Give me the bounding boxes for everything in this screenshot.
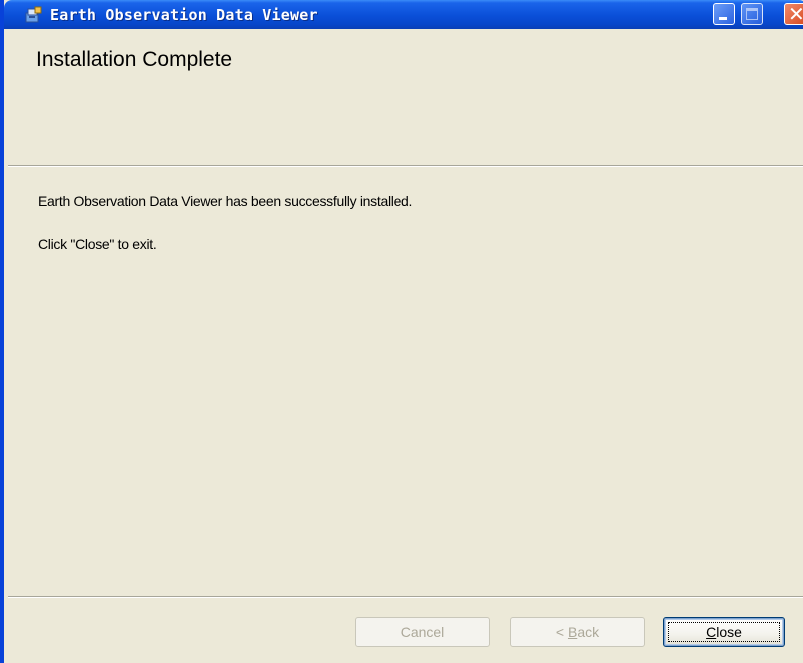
- back-button[interactable]: < Back: [510, 617, 645, 647]
- close-icon: ✕: [788, 2, 803, 26]
- footer-divider: [8, 596, 803, 598]
- header-divider: [8, 165, 803, 167]
- cancel-button[interactable]: Cancel: [355, 617, 490, 647]
- close-button[interactable]: Close: [663, 617, 785, 647]
- window-title: Earth Observation Data Viewer: [50, 6, 318, 24]
- success-message: Earth Observation Data Viewer has been s…: [38, 193, 413, 209]
- page-title: Installation Complete: [36, 48, 233, 71]
- close-window-button[interactable]: ✕: [784, 2, 803, 26]
- cancel-button-label: Cancel: [400, 624, 445, 640]
- maximize-button[interactable]: [741, 3, 763, 25]
- minimize-icon: [719, 17, 727, 20]
- back-button-label: ack: [577, 624, 600, 640]
- title-bar[interactable]: Earth Observation Data Viewer ✕: [4, 0, 803, 29]
- minimize-button[interactable]: [713, 3, 735, 25]
- maximize-icon: [746, 8, 758, 20]
- exit-instruction: Click "Close" to exit.: [38, 236, 157, 252]
- back-button-mnemonic: B: [567, 624, 578, 640]
- installer-icon: [25, 6, 42, 23]
- installer-window: Earth Observation Data Viewer ✕ Installa…: [0, 0, 803, 663]
- back-button-prefix: <: [555, 624, 568, 640]
- focus-rectangle: [668, 622, 780, 642]
